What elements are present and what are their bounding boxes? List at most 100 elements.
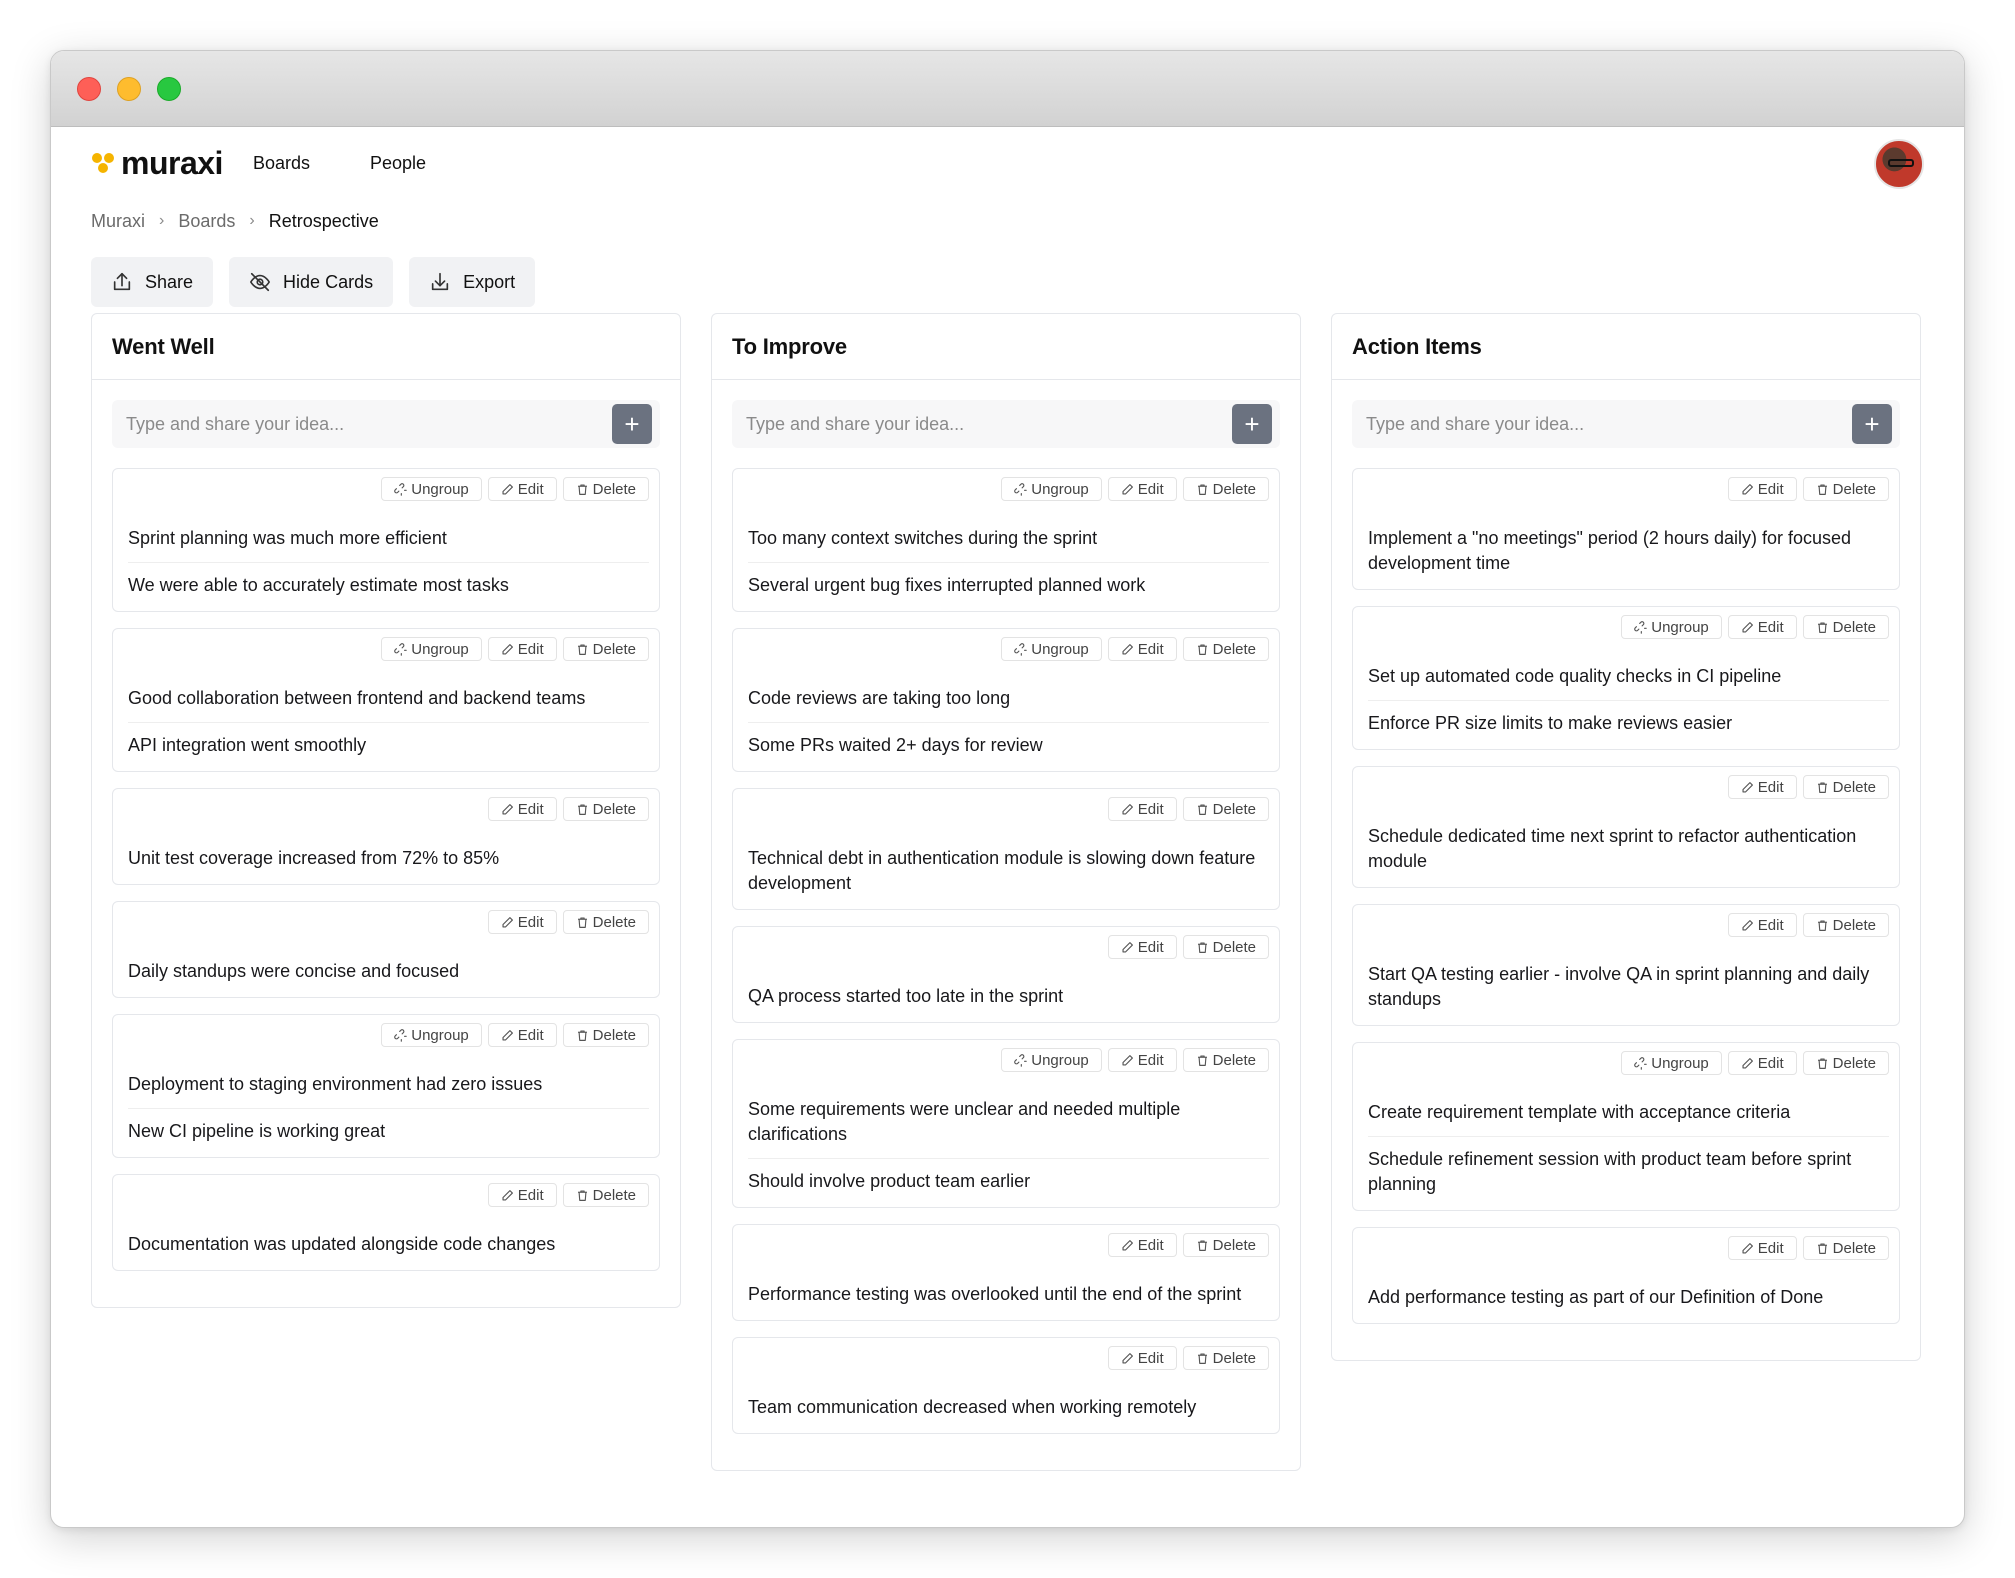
nav-people[interactable]: People [370,153,426,174]
edit-label: Edit [1757,916,1784,934]
ungroup-button[interactable]: Ungroup [1001,637,1102,661]
idea-card[interactable]: Edit Delete Daily standups were concise an… [112,901,660,998]
minimize-window-button[interactable] [117,76,141,101]
delete-button[interactable]: Delete [562,797,649,821]
edit-button[interactable]: Edit [1107,797,1177,821]
idea-input[interactable] [1366,413,1852,435]
card-item-text: Some PRs waited 2+ days for review [748,722,1269,765]
idea-card[interactable]: Edit Delete Technical debt in authenticati… [732,788,1280,910]
edit-button[interactable]: Edit [1107,935,1177,959]
maximize-window-button[interactable] [157,76,181,101]
idea-input[interactable] [746,413,1232,435]
edit-label: Edit [1137,1051,1164,1069]
edit-button[interactable]: Edit [1727,477,1797,501]
delete-button[interactable]: Delete [1182,1346,1269,1370]
edit-button[interactable]: Edit [1727,913,1797,937]
idea-card[interactable]: Edit Delete Start QA testing earlier - inv… [1352,904,1900,1026]
delete-button[interactable]: Delete [1182,935,1269,959]
delete-button[interactable]: Delete [1182,637,1269,661]
brand-logo[interactable]: muraxi [91,145,223,182]
card-items: Some requirements were unclear and neede… [748,1094,1269,1201]
trash-icon [1197,483,1207,495]
delete-button[interactable]: Delete [1802,775,1889,799]
delete-label: Delete [1212,1051,1256,1069]
export-button[interactable]: Export [409,257,536,307]
edit-button[interactable]: Edit [1727,615,1797,639]
edit-button[interactable]: Edit [487,637,557,661]
delete-button[interactable]: Delete [562,910,649,934]
delete-button[interactable]: Delete [1802,913,1889,937]
share-label: Share [145,271,194,292]
idea-card[interactable]: Edit Delete Add performance testing as par… [1352,1227,1900,1324]
add-idea-button[interactable]: + [1232,404,1272,444]
idea-card[interactable]: Edit Delete Performance testing was overlo… [732,1224,1280,1321]
idea-card[interactable]: Edit Delete Unit test coverage increased f… [112,788,660,885]
delete-button[interactable]: Delete [1802,615,1889,639]
idea-card[interactable]: Ungroup Edit Delete Too many context switch… [732,468,1280,612]
delete-button[interactable]: Delete [562,1183,649,1207]
edit-button[interactable]: Edit [1107,1233,1177,1257]
idea-card[interactable]: Edit Delete Schedule dedicated time next s… [1352,766,1900,888]
delete-button[interactable]: Delete [562,1023,649,1047]
edit-button[interactable]: Edit [487,1183,557,1207]
idea-card[interactable]: Ungroup Edit Delete Set up automated code q… [1352,606,1900,750]
idea-card[interactable]: Ungroup Edit Delete Code reviews are taking… [732,628,1280,772]
share-button[interactable]: Share [91,257,214,307]
edit-button[interactable]: Edit [1107,1346,1177,1370]
ungroup-button[interactable]: Ungroup [1621,1051,1722,1075]
idea-row: + [1352,400,1900,448]
edit-button[interactable]: Edit [487,477,557,501]
idea-card[interactable]: Edit Delete Team communication decreased w… [732,1337,1280,1434]
ungroup-button[interactable]: Ungroup [1001,1048,1102,1072]
edit-button[interactable]: Edit [1107,637,1177,661]
add-idea-button[interactable]: + [612,404,652,444]
delete-button[interactable]: Delete [1802,1236,1889,1260]
card-item-text: Start QA testing earlier - involve QA in… [1368,964,1870,1009]
idea-card[interactable]: Edit Delete QA process started too late in… [732,926,1280,1023]
avatar[interactable] [1874,139,1924,189]
edit-button[interactable]: Edit [487,910,557,934]
idea-card[interactable]: Ungroup Edit Delete Some requirements were … [732,1039,1280,1208]
card-actions: Ungroup Edit Delete [128,1023,649,1049]
close-window-button[interactable] [77,76,101,101]
idea-input[interactable] [126,413,612,435]
edit-button[interactable]: Edit [487,1023,557,1047]
edit-button[interactable]: Edit [1727,1236,1797,1260]
edit-button[interactable]: Edit [1107,477,1177,501]
idea-card[interactable]: Ungroup Edit Delete Good collaboration betw… [112,628,660,772]
edit-button[interactable]: Edit [487,797,557,821]
ungroup-button[interactable]: Ungroup [1621,615,1722,639]
delete-button[interactable]: Delete [1182,1233,1269,1257]
ungroup-button[interactable]: Ungroup [381,477,482,501]
delete-button[interactable]: Delete [1802,1051,1889,1075]
breadcrumb-boards[interactable]: Boards [178,211,235,232]
delete-button[interactable]: Delete [1182,1048,1269,1072]
card-items: Start QA testing earlier - involve QA in… [1368,959,1889,1019]
breadcrumb-muraxi[interactable]: Muraxi [91,211,145,232]
idea-card[interactable]: Ungroup Edit Delete Deployment to staging e… [112,1014,660,1158]
delete-button[interactable]: Delete [1182,797,1269,821]
idea-card[interactable]: Edit Delete Implement a "no meetings" peri… [1352,468,1900,590]
pencil-icon [502,1029,513,1041]
ungroup-label: Ungroup [1031,1051,1089,1069]
delete-button[interactable]: Delete [1802,477,1889,501]
edit-button[interactable]: Edit [1727,775,1797,799]
trash-icon [1817,1057,1827,1069]
idea-card[interactable]: Ungroup Edit Delete Sprint planning was muc… [112,468,660,612]
idea-card[interactable]: Ungroup Edit Delete Create requirement temp… [1352,1042,1900,1211]
edit-button[interactable]: Edit [1107,1048,1177,1072]
delete-button[interactable]: Delete [562,637,649,661]
card-item-text: Too many context switches during the spr… [748,528,1098,548]
edit-button[interactable]: Edit [1727,1051,1797,1075]
delete-button[interactable]: Delete [1182,477,1269,501]
nav-boards[interactable]: Boards [253,153,310,174]
ungroup-button[interactable]: Ungroup [381,1023,482,1047]
hide-cards-button[interactable]: Hide Cards [229,257,394,307]
card-actions: Ungroup Edit Delete [1368,1051,1889,1077]
ungroup-button[interactable]: Ungroup [381,637,482,661]
ungroup-label: Ungroup [1651,1054,1709,1072]
delete-button[interactable]: Delete [562,477,649,501]
ungroup-button[interactable]: Ungroup [1001,477,1102,501]
idea-card[interactable]: Edit Delete Documentation was updated alon… [112,1174,660,1271]
add-idea-button[interactable]: + [1852,404,1892,444]
